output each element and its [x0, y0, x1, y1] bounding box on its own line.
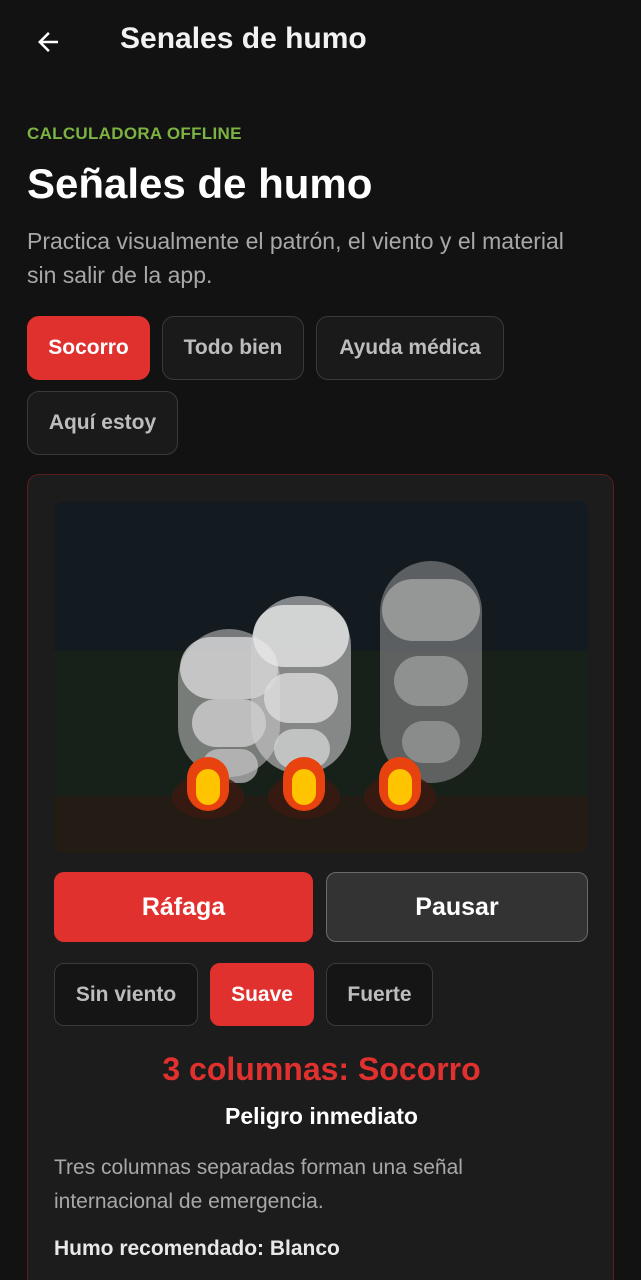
result-description: Tres columnas separadas forman una señal… [54, 1156, 463, 1213]
wind-chip-suave[interactable]: Suave [210, 963, 314, 1026]
smoke-column-3 [380, 561, 482, 783]
pause-button[interactable]: Pausar [326, 872, 588, 942]
smoke-illustration [54, 501, 588, 853]
app-bar-title: Senales de humo [120, 22, 367, 55]
burst-button[interactable]: Ráfaga [54, 872, 313, 942]
recommended-smoke: Humo recomendado: Blanco [54, 1237, 340, 1260]
result-subtitle: Peligro inmediato [225, 1103, 418, 1129]
simulator-card: Ráfaga Pausar Sin viento Suave Fuerte 3 … [27, 474, 614, 1280]
smoke-scene [54, 501, 588, 853]
signal-chip-aqui-estoy[interactable]: Aquí estoy [27, 391, 178, 455]
result-title: 3 columnas: Socorro [162, 1051, 481, 1087]
app-bar: Senales de humo [0, 0, 641, 84]
signal-chip-ayuda-medica[interactable]: Ayuda médica [316, 316, 504, 380]
page-title: Señales de humo [27, 160, 373, 207]
signal-chip-todo-bien[interactable]: Todo bien [162, 316, 304, 380]
back-button[interactable] [24, 18, 72, 66]
smoke-column-2 [251, 596, 351, 774]
eyebrow-label: CALCULADORA OFFLINE [27, 124, 242, 143]
page-subtitle: Practica visualmente el patrón, el vient… [27, 228, 564, 288]
signal-chip-socorro[interactable]: Socorro [27, 316, 150, 380]
arrow-left-icon [38, 32, 58, 52]
wind-chip-fuerte[interactable]: Fuerte [326, 963, 433, 1026]
wind-chip-sin-viento[interactable]: Sin viento [54, 963, 198, 1026]
